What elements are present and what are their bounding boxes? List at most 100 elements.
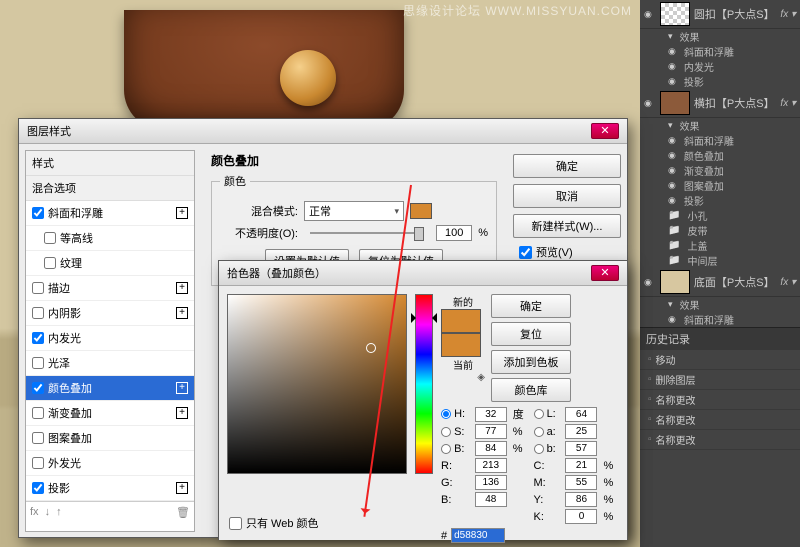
layer-thumbnail[interactable] [660,270,690,294]
up-icon[interactable]: ↑ [56,506,62,519]
k-input[interactable] [565,509,597,524]
s-radio[interactable] [441,427,451,437]
style-row[interactable]: 描边+ [26,276,194,301]
dialog-titlebar[interactable]: 图层样式 ✕ [19,119,627,144]
l-radio[interactable] [534,409,544,419]
layer-thumbnail[interactable] [660,91,690,115]
style-row[interactable]: 内阴影+ [26,301,194,326]
hue-slider[interactable] [415,294,433,474]
blend-options-header[interactable]: 混合选项 [26,176,194,201]
effect-item[interactable]: 投影 [640,193,800,208]
style-checkbox[interactable] [32,207,44,219]
effect-item[interactable]: 颜色叠加 [640,148,800,163]
style-row[interactable]: 外发光 [26,451,194,476]
plus-icon[interactable]: + [176,307,188,319]
style-row[interactable]: 光泽 [26,351,194,376]
style-checkbox[interactable] [32,332,44,344]
fx-badge[interactable]: fx ▾ [780,9,796,20]
l-input[interactable] [565,407,597,422]
a-input[interactable] [565,424,597,439]
h-input[interactable] [475,407,507,422]
history-item[interactable]: 名称更改 [640,410,800,430]
down-icon[interactable]: ↓ [45,506,51,519]
r-input[interactable] [475,458,507,473]
layer-row[interactable]: 圆扣【P大点S】 fx ▾ [640,0,800,29]
effects-header[interactable]: 效果 [640,29,800,44]
history-item[interactable]: 名称更改 [640,430,800,450]
style-row[interactable]: 内发光 [26,326,194,351]
close-icon[interactable]: ✕ [591,265,619,281]
opacity-slider[interactable] [310,232,424,234]
style-checkbox[interactable] [32,382,44,394]
h-radio[interactable] [441,409,451,419]
y-input[interactable] [565,492,597,507]
current-color-swatch[interactable] [441,333,481,357]
style-checkbox[interactable] [44,232,56,244]
fx-badge[interactable]: fx ▾ [780,98,796,109]
m-input[interactable] [565,475,597,490]
style-checkbox[interactable] [32,407,44,419]
effect-item[interactable]: 渐变叠加 [640,163,800,178]
preview-checkbox[interactable]: 预览(V) [513,244,621,260]
visibility-icon[interactable] [644,97,656,109]
style-checkbox[interactable] [32,282,44,294]
layer-thumbnail[interactable] [660,2,690,26]
effect-item[interactable]: 投影 [640,74,800,89]
style-row[interactable]: 渐变叠加+ [26,401,194,426]
history-item[interactable]: 名称更改 [640,390,800,410]
layer-folder[interactable]: 皮带 [640,223,800,238]
b-radio[interactable] [441,444,451,454]
visibility-icon[interactable] [644,276,656,288]
effects-header[interactable]: 效果 [640,118,800,133]
style-row[interactable]: 投影+ [26,476,194,501]
plus-icon[interactable]: + [176,482,188,494]
color-field[interactable] [227,294,407,474]
effect-item[interactable]: 斜面和浮雕 [640,44,800,59]
g-input[interactable] [475,475,507,490]
style-checkbox[interactable] [32,357,44,369]
hex-input[interactable] [451,528,505,543]
layer-row[interactable]: 横扣【P大点S】 fx ▾ [640,89,800,118]
style-checkbox[interactable] [32,457,44,469]
styles-header[interactable]: 样式 [26,151,194,176]
plus-icon[interactable]: + [176,207,188,219]
style-row[interactable]: 等高线 [26,226,194,251]
fx-menu-icon[interactable]: fx [30,506,39,519]
effect-item[interactable]: 斜面和浮雕 [640,133,800,148]
b2-radio[interactable] [534,444,544,454]
blend-mode-select[interactable]: 正常 [304,201,404,221]
style-checkbox[interactable] [32,432,44,444]
layer-folder[interactable]: 小孔 [640,208,800,223]
dialog-titlebar[interactable]: 拾色器（叠加颜色） ✕ [219,261,627,286]
trash-icon[interactable]: 🗑 [176,506,190,519]
b2-input[interactable] [565,441,597,456]
style-row[interactable]: 纹理 [26,251,194,276]
layer-row[interactable]: 底面【P大点S】 fx ▾ [640,268,800,297]
effect-item[interactable]: 斜面和浮雕 [640,312,800,327]
history-item[interactable]: 删除图层 [640,370,800,390]
visibility-icon[interactable] [644,8,656,20]
web-only-checkbox[interactable]: 只有 Web 颜色 [229,515,319,531]
style-row[interactable]: 斜面和浮雕+ [26,201,194,226]
fx-badge[interactable]: fx ▾ [780,277,796,288]
layer-folder[interactable]: 中间层 [640,253,800,268]
effect-item[interactable]: 内发光 [640,59,800,74]
close-icon[interactable]: ✕ [591,123,619,139]
bc-input[interactable] [475,492,507,507]
plus-icon[interactable]: + [176,382,188,394]
effects-header[interactable]: 效果 [640,297,800,312]
style-checkbox[interactable] [32,307,44,319]
opacity-input[interactable]: 100 [436,225,472,241]
c-input[interactable] [565,458,597,473]
cube-icon[interactable]: ◈ [441,372,485,383]
new-style-button[interactable]: 新建样式(W)... [513,214,621,238]
history-item[interactable]: 移动 [640,350,800,370]
plus-icon[interactable]: + [176,407,188,419]
s-input[interactable] [475,424,507,439]
ok-button[interactable]: 确定 [513,154,621,178]
style-checkbox[interactable] [32,482,44,494]
effect-item[interactable]: 图案叠加 [640,178,800,193]
style-checkbox[interactable] [44,257,56,269]
b-input[interactable] [475,441,507,456]
add-swatch-button[interactable]: 添加到色板 [491,350,571,374]
